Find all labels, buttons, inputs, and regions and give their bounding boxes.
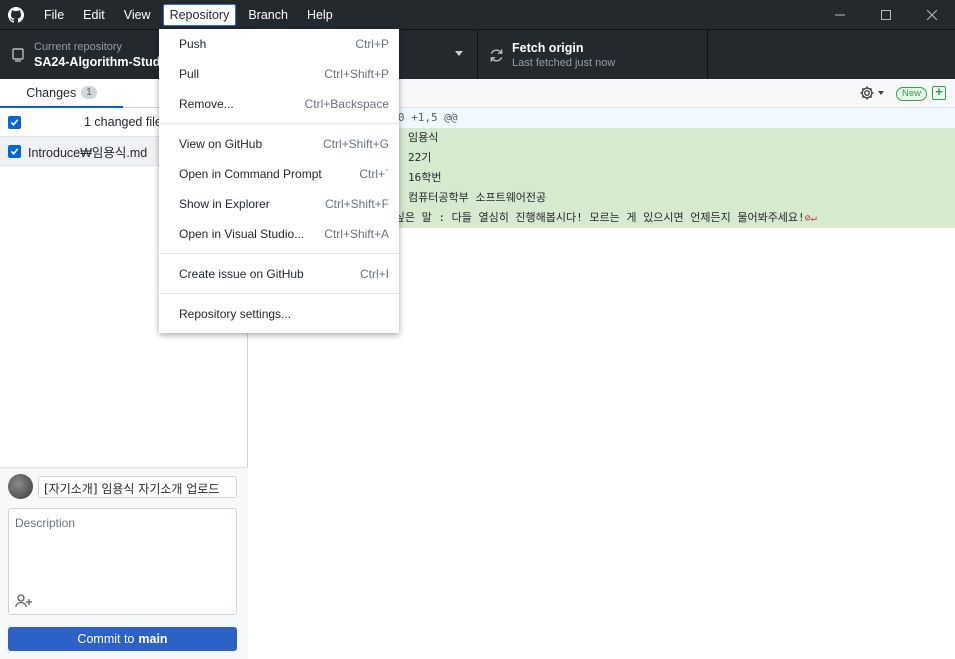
menu-item-pull[interactable]: Pull Ctrl+Shift+P bbox=[159, 59, 399, 89]
menu-separator bbox=[159, 123, 399, 124]
menu-item-shortcut: Ctrl+Shift+P bbox=[324, 67, 389, 81]
menu-item-open-command-prompt[interactable]: Open in Command Prompt Ctrl+` bbox=[159, 159, 399, 189]
menu-separator bbox=[159, 253, 399, 254]
menu-item-open-in-visual-studio[interactable]: Open in Visual Studio... Ctrl+Shift+A bbox=[159, 219, 399, 249]
file-checkbox[interactable] bbox=[8, 144, 21, 158]
commit-button-label: Commit to bbox=[77, 632, 135, 646]
current-repository-name: SA24-Algorithm-Study bbox=[34, 55, 168, 69]
changes-count-badge: 1 bbox=[81, 86, 97, 99]
fetch-origin-button[interactable]: Fetch origin Last fetched just now bbox=[478, 30, 708, 80]
commit-panel: [자기소개] 임용식 자기소개 업로드 Description Commit t… bbox=[0, 467, 248, 659]
menu-item-push[interactable]: Push Ctrl+P bbox=[159, 29, 399, 59]
menu-item-view-on-github[interactable]: View on GitHub Ctrl+Shift+G bbox=[159, 129, 399, 159]
diff-line-text: 공 : 컴퓨터공학부 소프트웨어전공 bbox=[378, 191, 547, 204]
menu-item-label: Create issue on GitHub bbox=[179, 267, 304, 281]
menu-item-remove[interactable]: Remove... Ctrl+Backspace bbox=[159, 89, 399, 119]
file-name: Introduce₩임용식.md bbox=[28, 145, 148, 160]
sync-icon bbox=[488, 47, 504, 63]
github-logo-icon bbox=[0, 0, 32, 29]
fetch-origin-label: Fetch origin bbox=[512, 41, 584, 55]
menu-help[interactable]: Help bbox=[300, 4, 340, 26]
menu-item-shortcut: Ctrl+Shift+F bbox=[324, 197, 389, 211]
description-placeholder: Description bbox=[15, 516, 76, 530]
last-fetched-text: Last fetched just now bbox=[512, 57, 616, 69]
menu-item-shortcut: Ctrl+Shift+A bbox=[324, 227, 389, 241]
minimize-button[interactable] bbox=[817, 0, 863, 29]
menu-item-label: Open in Visual Studio... bbox=[179, 227, 305, 241]
menu-item-label: Pull bbox=[179, 67, 200, 81]
close-icon bbox=[927, 9, 937, 20]
commit-branch-name: main bbox=[138, 632, 168, 646]
chevron-down-icon bbox=[455, 51, 463, 56]
menu-item-label: Show in Explorer bbox=[179, 197, 270, 211]
toolbar: Current repository SA24-Algorithm-Study … bbox=[0, 29, 955, 80]
menu-separator bbox=[159, 293, 399, 294]
select-all-checkbox[interactable] bbox=[8, 115, 21, 129]
repository-menu: Push Ctrl+P Pull Ctrl+Shift+P Remove... … bbox=[159, 29, 399, 333]
menu-item-create-issue[interactable]: Create issue on GitHub Ctrl+I bbox=[159, 259, 399, 289]
menu-item-shortcut: Ctrl+Shift+G bbox=[322, 137, 389, 151]
tab-changes-label: Changes bbox=[26, 85, 77, 100]
menu-item-repository-settings[interactable]: Repository settings... bbox=[159, 299, 399, 329]
close-button[interactable] bbox=[909, 0, 955, 29]
menu-file[interactable]: File bbox=[37, 4, 71, 26]
maximize-button[interactable] bbox=[863, 0, 909, 29]
add-coauthor-icon[interactable] bbox=[15, 594, 33, 608]
repo-icon bbox=[10, 47, 26, 63]
menu-branch[interactable]: Branch bbox=[241, 4, 295, 26]
commit-button[interactable]: Commit to main bbox=[8, 627, 237, 651]
menu-item-shortcut: Ctrl+Backspace bbox=[304, 97, 389, 111]
current-repository-label: Current repository bbox=[34, 41, 123, 53]
menu-edit[interactable]: Edit bbox=[76, 4, 112, 26]
tab-changes[interactable]: Changes 1 bbox=[0, 79, 123, 108]
avatar bbox=[8, 474, 33, 499]
no-newline-icon: ⊘↵ bbox=[804, 213, 817, 224]
diff-settings-button[interactable] bbox=[859, 85, 885, 101]
maximize-icon bbox=[881, 9, 891, 20]
changed-files-count: 1 changed file bbox=[84, 115, 162, 129]
menu-item-show-in-explorer[interactable]: Show in Explorer Ctrl+Shift+F bbox=[159, 189, 399, 219]
menu-repository[interactable]: Repository bbox=[162, 3, 237, 26]
menu-item-shortcut: Ctrl+I bbox=[359, 267, 389, 281]
menu-item-label: Remove... bbox=[179, 97, 234, 111]
commit-summary-input[interactable]: [자기소개] 임용식 자기소개 업로드 bbox=[38, 476, 237, 498]
menu-item-label: Repository settings... bbox=[179, 307, 292, 321]
gear-icon bbox=[860, 86, 874, 100]
diff-line-text: 고 싶은 말 : 다들 열심히 진행해봅시다! 모르는 게 있으시면 언제든지 … bbox=[378, 211, 805, 224]
added-file-icon: + bbox=[932, 85, 946, 100]
menu-item-label: View on GitHub bbox=[179, 137, 263, 151]
menu-item-shortcut: Ctrl+` bbox=[359, 167, 389, 181]
menu-item-label: Push bbox=[179, 37, 207, 51]
chevron-down-icon bbox=[878, 91, 884, 95]
menu-item-shortcut: Ctrl+P bbox=[355, 37, 389, 51]
new-file-badge: New bbox=[896, 87, 928, 101]
commit-description-field[interactable]: Description bbox=[8, 508, 237, 615]
menu-item-label: Open in Command Prompt bbox=[179, 167, 322, 181]
menu-view[interactable]: View bbox=[117, 4, 158, 26]
title-bar: File Edit View Repository Branch Help bbox=[0, 0, 955, 29]
minimize-icon bbox=[835, 14, 845, 15]
